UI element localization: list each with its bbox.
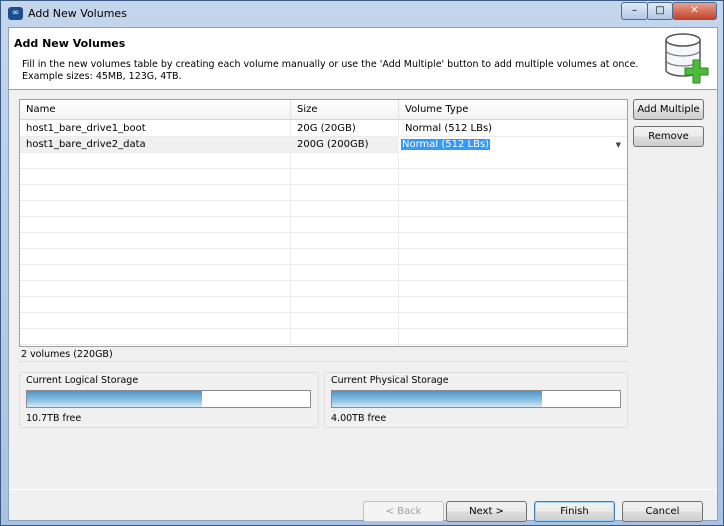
add-multiple-button[interactable]: Add Multiple <box>633 99 704 120</box>
volume-count-status: 2 volumes (220GB) <box>19 348 628 362</box>
cell-volume-type[interactable]: Normal (512 LBs) <box>399 121 492 137</box>
footer-divider <box>9 489 717 490</box>
cell-name[interactable]: host1_bare_drive1_boot <box>20 121 146 137</box>
logical-storage-group: Current Logical Storage 10.7TB free <box>19 372 319 428</box>
column-header-name[interactable]: Name <box>20 100 291 120</box>
logical-storage-label: Current Logical Storage <box>26 375 139 386</box>
page-title: Add New Volumes <box>14 37 126 50</box>
description-line: Fill in the new volumes table by creatin… <box>22 59 639 70</box>
cell-name[interactable]: host1_bare_drive2_data <box>20 137 146 153</box>
add-new-volumes-window: ∞ Add New Volumes – □ ✕ Add New Volumes … <box>0 0 724 526</box>
empty-table-row <box>20 153 627 169</box>
remove-button[interactable]: Remove <box>633 126 704 147</box>
empty-table-row <box>20 265 627 281</box>
close-button[interactable]: ✕ <box>672 2 717 20</box>
wizard-header: Add New Volumes Fill in the new volumes … <box>9 28 717 90</box>
volume-type-dropdown[interactable]: Normal (512 LBs) ▼ <box>399 137 627 153</box>
column-header-size[interactable]: Size <box>291 100 399 120</box>
cell-size[interactable]: 20G (20GB) <box>291 121 356 137</box>
table-row[interactable]: host1_bare_drive2_data 200G (200GB) Norm… <box>20 137 627 153</box>
cancel-button[interactable]: Cancel <box>622 501 703 522</box>
empty-table-row <box>20 185 627 201</box>
empty-table-row <box>20 169 627 185</box>
empty-table-row <box>20 217 627 233</box>
empty-table-row <box>20 329 627 345</box>
page-description: Fill in the new volumes table by creatin… <box>22 59 662 83</box>
description-line: Example sizes: 45MB, 123G, 4TB. <box>22 71 182 82</box>
physical-storage-group: Current Physical Storage 4.00TB free <box>324 372 628 428</box>
table-row[interactable]: host1_bare_drive1_boot 20G (20GB) Normal… <box>20 121 627 137</box>
dialog-client: Add New Volumes Fill in the new volumes … <box>8 27 718 522</box>
back-button[interactable]: < Back <box>363 501 444 522</box>
empty-table-row <box>20 313 627 329</box>
empty-table-row <box>20 201 627 217</box>
maximize-button[interactable]: □ <box>647 2 673 20</box>
next-button[interactable]: Next > <box>446 501 527 522</box>
physical-storage-fill <box>332 391 543 407</box>
app-icon: ∞ <box>8 7 23 20</box>
cell-size[interactable]: 200G (200GB) <box>291 137 369 153</box>
dropdown-arrow-icon[interactable]: ▼ <box>616 137 621 153</box>
empty-table-row <box>20 281 627 297</box>
logical-storage-bar <box>26 390 311 408</box>
empty-table-row <box>20 297 627 313</box>
physical-storage-free: 4.00TB free <box>331 413 387 424</box>
empty-table-row <box>20 249 627 265</box>
window-title: Add New Volumes <box>28 7 127 20</box>
finish-button[interactable]: Finish <box>534 501 615 522</box>
column-header-volume-type[interactable]: Volume Type <box>399 100 627 120</box>
database-add-icon <box>665 33 709 84</box>
empty-table-row <box>20 233 627 249</box>
title-bar[interactable]: ∞ Add New Volumes – □ ✕ <box>1 1 723 27</box>
logical-storage-fill <box>27 391 203 407</box>
volumes-table: Name Size Volume Type host1_bare_drive1_… <box>19 99 628 347</box>
logical-storage-free: 10.7TB free <box>26 413 82 424</box>
physical-storage-bar <box>331 390 621 408</box>
minimize-button[interactable]: – <box>621 2 648 20</box>
selected-value: Normal (512 LBs) <box>401 139 491 150</box>
physical-storage-label: Current Physical Storage <box>331 375 449 386</box>
